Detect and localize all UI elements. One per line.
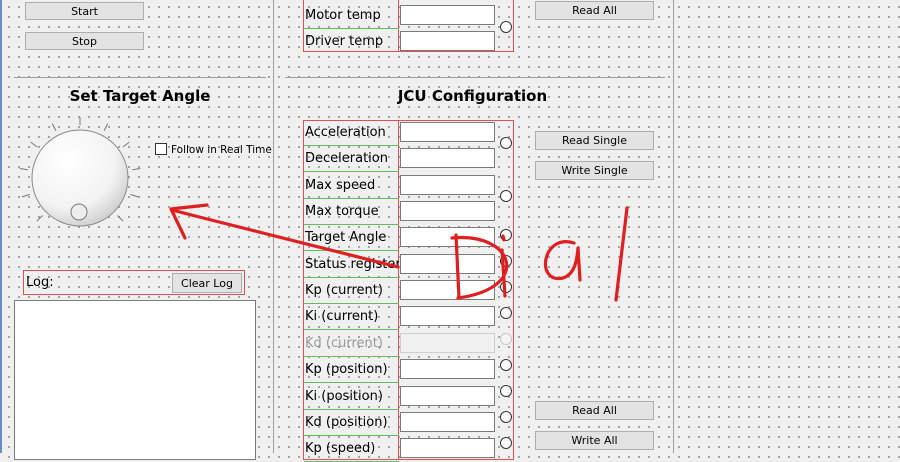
annotation-letter-i1 [500,234,507,298]
annotation-letter-l [614,206,629,302]
annotation-arrow-head [169,203,209,240]
annotation-letter-a [543,240,582,282]
annotation-arrow-shaft [170,208,400,269]
dial-annotation [169,203,629,302]
annotation-letter-D [450,233,509,300]
